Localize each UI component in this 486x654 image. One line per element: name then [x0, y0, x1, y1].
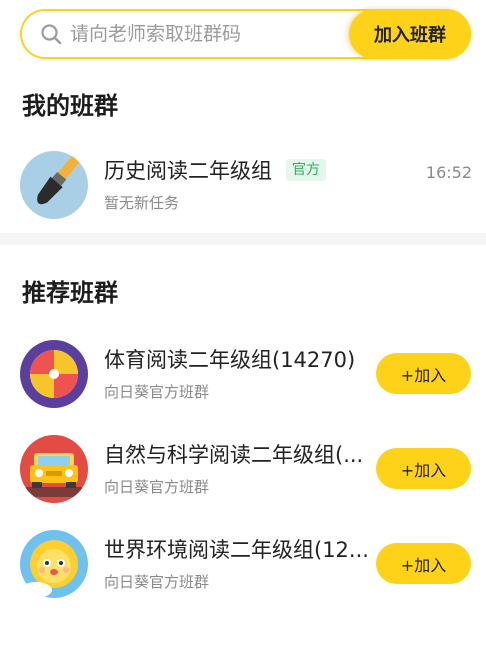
my-groups-title: 我的班群: [22, 92, 118, 120]
join-button[interactable]: +加入: [376, 448, 471, 489]
section-divider: [0, 233, 486, 245]
sun-icon: [20, 530, 88, 598]
avatar: [20, 435, 88, 503]
avatar: [20, 530, 88, 598]
search-input[interactable]: [70, 23, 330, 45]
avatar: [20, 151, 88, 219]
official-badge: 官方: [286, 159, 326, 181]
car-icon: [20, 435, 88, 503]
beach-ball-icon: [20, 340, 88, 408]
list-item[interactable]: 体育阅读二年级组(14270) 向日葵官方班群 +加入: [0, 340, 486, 410]
timestamp: 16:52: [425, 163, 472, 182]
group-name: 世界环境阅读二年级组(12...: [104, 538, 369, 562]
group-subtitle: 向日葵官方班群: [104, 383, 210, 401]
search-bar: 加入班群: [20, 9, 471, 59]
group-subtitle: 向日葵官方班群: [104, 573, 210, 591]
recommended-groups-title: 推荐班群: [22, 279, 118, 307]
avatar: [20, 340, 88, 408]
group-subtitle: 向日葵官方班群: [104, 478, 210, 496]
group-name: 历史阅读二年级组: [104, 159, 272, 183]
join-button[interactable]: +加入: [376, 353, 471, 394]
join-button[interactable]: +加入: [376, 543, 471, 584]
brush-icon: [20, 151, 88, 219]
page: 加入班群 我的班群 历史阅读二年级组 官方 暂无新任务 16:52 推荐班群: [0, 0, 486, 654]
group-name: 自然与科学阅读二年级组(...: [104, 443, 364, 467]
search-icon: [41, 24, 62, 45]
group-name: 体育阅读二年级组(14270): [104, 348, 356, 372]
group-subtitle: 暂无新任务: [104, 194, 180, 212]
join-class-button[interactable]: 加入班群: [349, 9, 471, 59]
list-item[interactable]: 历史阅读二年级组 官方 暂无新任务 16:52: [0, 151, 486, 221]
list-item[interactable]: 世界环境阅读二年级组(12... 向日葵官方班群 +加入: [0, 530, 486, 600]
list-item[interactable]: 自然与科学阅读二年级组(... 向日葵官方班群 +加入: [0, 435, 486, 505]
